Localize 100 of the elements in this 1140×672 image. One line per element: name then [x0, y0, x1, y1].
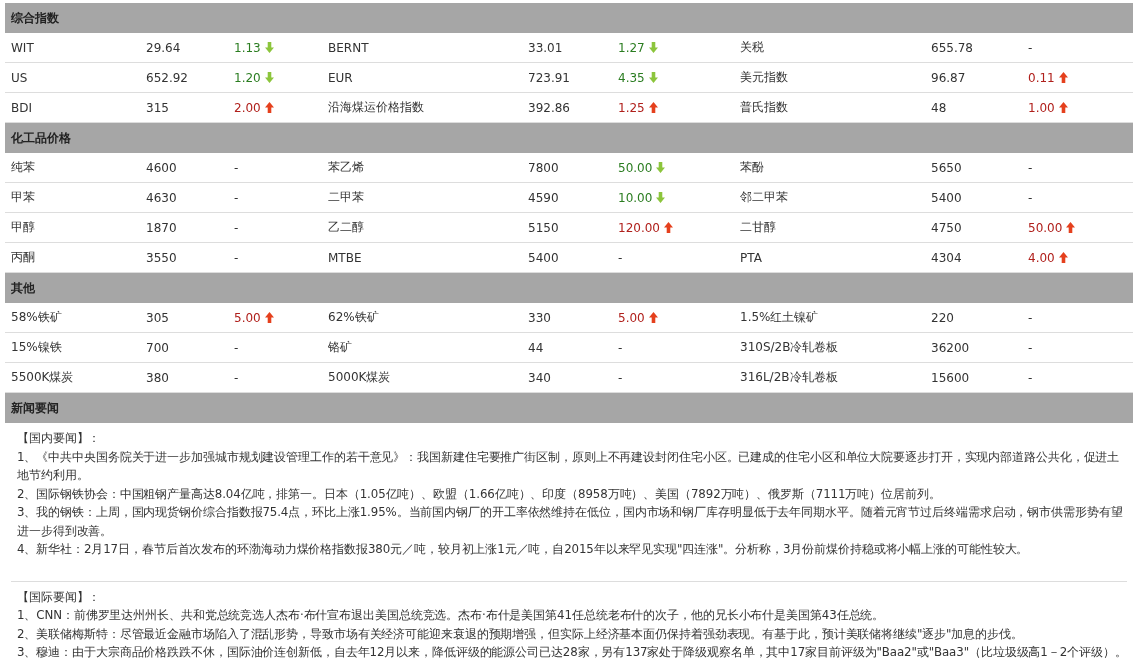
item-name: 5000K煤炭 — [327, 369, 392, 386]
news-item: 3、穆迪：由于大宗商品价格跌跌不休，国际油价连创新低，自去年12月以来，降低评级的能源公司已达28家，另有137家处于降级观察名单，其中17家目前评级为"Baa2"或"Baa3"（比垃圾级高1－2个评级）。 — [16, 644, 1127, 661]
news-item: 3、我的钢铁：上周，国内现货钢价综合指数报75.4点，环比上涨1.95%。当前国内钢厂的开工率依然维持在低位，国内市场和钢厂库存明显低于去年同期水平。随着元宵节过后终端需求启动，钢市供需形势有望进一步得到改善。 — [16, 504, 1124, 540]
change-value: 4.00 — [1028, 250, 1055, 265]
item-name: 甲醇 — [10, 219, 36, 236]
item-name: 甲苯 — [10, 189, 36, 206]
change-value: 4.35 — [618, 70, 645, 85]
price-value: 5150 — [527, 220, 560, 235]
item-name: 二甲苯 — [327, 189, 365, 206]
price-value: 4750 — [930, 220, 963, 235]
price-value: 723.91 — [527, 70, 571, 85]
change-value: - — [1028, 340, 1033, 355]
arrow-up-icon — [264, 102, 274, 113]
change-value: - — [234, 220, 239, 235]
price-value: 15600 — [930, 370, 971, 385]
item-name: 沿海煤运价格指数 — [327, 99, 425, 116]
arrow-up-icon — [264, 312, 274, 323]
item-name: 邻二甲苯 — [739, 189, 789, 206]
price-value: 652.92 — [145, 70, 189, 85]
change-value: 1.27 — [618, 40, 645, 55]
price-value: 4600 — [145, 160, 178, 175]
item-name: 关税 — [739, 39, 765, 56]
price-value: 330 — [527, 310, 552, 325]
change-value: - — [1028, 370, 1033, 385]
news-heading: 【国际要闻】： — [16, 588, 102, 606]
change-value: 1.13 — [234, 40, 261, 55]
item-name: WIT — [10, 40, 35, 55]
change-value: 5.00 — [618, 310, 645, 325]
item-name: US — [10, 70, 29, 85]
price-value: 655.78 — [930, 40, 974, 55]
change-value: 1.20 — [234, 70, 261, 85]
item-name: 普氏指数 — [739, 99, 789, 116]
arrow-up-icon — [648, 102, 658, 113]
arrow-up-icon — [1058, 252, 1068, 263]
news-heading: 【国内要闻】： — [16, 430, 102, 447]
price-value: 44 — [527, 340, 545, 355]
section-header: 其他 — [5, 273, 1133, 303]
change-value: 1.25 — [618, 100, 645, 115]
price-value: 4630 — [145, 190, 178, 205]
change-value: - — [234, 370, 239, 385]
item-name: 62%铁矿 — [327, 309, 380, 326]
item-name: 苯乙烯 — [327, 159, 365, 176]
item-name: 二甘醇 — [739, 219, 777, 236]
price-value: 5400 — [527, 250, 560, 265]
price-value: 392.86 — [527, 100, 571, 115]
arrow-up-icon — [664, 222, 673, 233]
price-value: 96.87 — [930, 70, 967, 85]
price-value: 5400 — [930, 190, 963, 205]
arrow-down-icon — [264, 42, 274, 53]
change-value: - — [234, 340, 239, 355]
item-name: 310S/2B冷轧卷板 — [739, 339, 840, 356]
arrow-down-icon — [648, 72, 658, 83]
price-value: 340 — [527, 370, 552, 385]
news-item: 2、美联储梅斯特：尽管最近金融市场陷入了混乱形势，导致市场有关经济可能迎来衰退的预期增强，但实际上经济基本面仍保持着强劲表现。有基于此，预计美联储将继续"逐步"加息的步伐。 — [16, 625, 1024, 643]
change-value: 50.00 — [1028, 220, 1063, 235]
change-value: - — [1028, 190, 1033, 205]
arrow-down-icon — [656, 192, 666, 203]
item-name: 15%镍铁 — [10, 339, 63, 356]
news-item: 1、《中共中央国务院关于进一步加强城市规划建设管理工作的若干意见》：我国新建住宅要推广街区制，原则上不再建设封闭住宅小区。已建成的住宅小区和单位大院要逐步打开，实现内部道路公共化，促进土地节约利用。 — [16, 448, 1121, 484]
price-value: 48 — [930, 100, 948, 115]
change-value: 2.00 — [234, 100, 261, 115]
change-value: - — [1028, 160, 1033, 175]
change-value: 10.00 — [618, 190, 653, 205]
change-value: - — [618, 370, 623, 385]
item-name: 纯苯 — [10, 159, 36, 176]
price-value: 220 — [930, 310, 955, 325]
news-item: 1、CNN：前佛罗里达州州长、共和党总统竞选人杰布·布什宣布退出美国总统竞选。杰布·布什是美国第41任总统老布什的次子，他的兄长小布什是美国第43任总统。 — [16, 607, 886, 624]
price-value: 315 — [145, 100, 170, 115]
price-value: 3550 — [145, 250, 178, 265]
arrow-down-icon — [656, 162, 666, 173]
arrow-down-icon — [264, 72, 274, 83]
change-value: 5.00 — [234, 310, 261, 325]
item-name: BDI — [10, 100, 33, 115]
item-name: BERNT — [327, 40, 370, 55]
change-value: - — [618, 340, 623, 355]
change-value: - — [234, 250, 239, 265]
item-name: 铬矿 — [327, 339, 353, 356]
item-name: 苯酚 — [739, 159, 765, 176]
price-value: 33.01 — [527, 40, 564, 55]
arrow-up-icon — [1066, 222, 1076, 233]
change-value: - — [618, 250, 623, 265]
section-header: 综合指数 — [5, 3, 1133, 33]
section-header: 化工品价格 — [5, 123, 1133, 153]
item-name: 乙二醇 — [327, 219, 365, 236]
news-item: 4、新华社：2月17日，春节后首次发布的环渤海动力煤价格指数报380元／吨，较月初上涨1元／吨，自2015年以来罕见实现"四连涨"。分析称，3月份前煤价持稳或将小幅上涨的可能性较大。 — [16, 541, 1030, 558]
arrow-up-icon — [1058, 102, 1068, 113]
price-value: 700 — [145, 340, 170, 355]
price-value: 4590 — [527, 190, 560, 205]
item-name: PTA — [739, 250, 763, 265]
news-item: 2、国际钢铁协会：中国粗钢产量高达8.04亿吨，排第一。日本（1.05亿吨）、欧盟（1.66亿吨）、印度（8958万吨）、美国（7892万吨）、俄罗斯（7111万吨）位居前列。 — [16, 485, 942, 503]
arrow-up-icon — [1058, 72, 1068, 83]
change-value: 50.00 — [618, 160, 653, 175]
price-value: 7800 — [527, 160, 560, 175]
arrow-up-icon — [648, 312, 658, 323]
price-value: 29.64 — [145, 40, 182, 55]
change-value: - — [234, 190, 239, 205]
change-value: - — [1028, 310, 1033, 325]
change-value: - — [234, 160, 239, 175]
section-header: 新闻要闻 — [5, 393, 1133, 423]
item-name: 美元指数 — [739, 69, 789, 86]
